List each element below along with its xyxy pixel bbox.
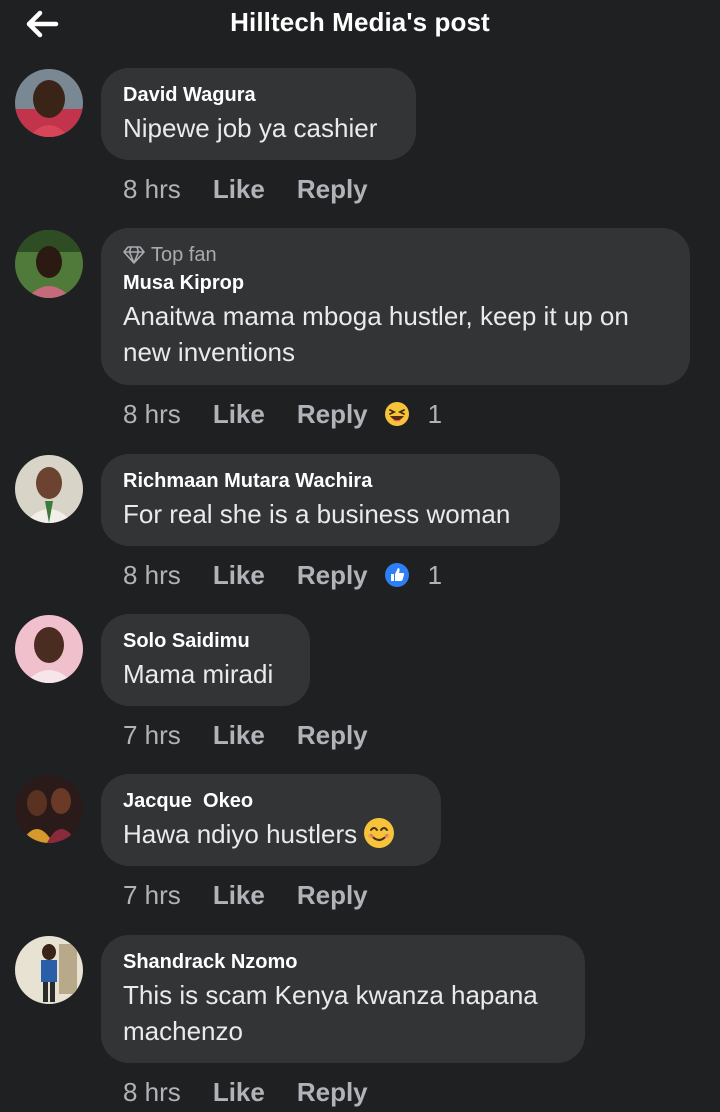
comment-author[interactable]: Richmaan Mutara Wachira	[123, 468, 538, 494]
comment-author[interactable]: David Wagura	[123, 82, 394, 108]
comment-text: Hawa ndiyo hustlers	[123, 819, 358, 849]
comment-bubble: Shandrack Nzomo This is scam Kenya kwanz…	[101, 935, 585, 1063]
comment-actions: 8 hrs Like Reply 1	[123, 555, 442, 595]
reaction-count: 1	[427, 398, 443, 429]
comment-time[interactable]: 8 hrs	[123, 174, 181, 205]
reaction-count: 1	[427, 559, 443, 590]
avatar[interactable]	[15, 936, 83, 1004]
badge-label: Top fan	[151, 243, 217, 266]
comment-actions: 8 hrs Like Reply 1	[123, 394, 442, 434]
avatar[interactable]	[15, 775, 83, 843]
smiling-face-emoji	[363, 817, 395, 858]
top-fan-badge: Top fan	[123, 242, 668, 268]
comment-author[interactable]: Jacque Okeo	[123, 788, 419, 814]
comment-author[interactable]: Solo Saidimu	[123, 628, 288, 654]
like-button[interactable]: Like	[213, 720, 265, 751]
comment-item: Richmaan Mutara Wachira For real she is …	[0, 454, 720, 614]
comment-time[interactable]: 7 hrs	[123, 720, 181, 751]
comment-actions: 8 hrs Like Reply	[123, 1072, 400, 1112]
like-button[interactable]: Like	[213, 880, 265, 911]
comment-actions: 7 hrs Like Reply	[123, 715, 400, 755]
haha-icon	[384, 402, 409, 426]
comment-actions: 7 hrs Like Reply	[123, 875, 400, 915]
comment-item: Shandrack Nzomo This is scam Kenya kwanz…	[0, 935, 720, 1110]
comment-text: This is scam Kenya kwanza hapana machenz…	[123, 980, 538, 1046]
comment-text: Nipewe job ya cashier	[123, 113, 378, 143]
reply-button[interactable]: Reply	[297, 720, 368, 751]
comment-time[interactable]: 7 hrs	[123, 880, 181, 911]
reply-button[interactable]: Reply	[297, 880, 368, 911]
comment-time[interactable]: 8 hrs	[123, 399, 181, 430]
top-bar: Hilltech Media's post	[0, 0, 720, 48]
like-button[interactable]: Like	[213, 174, 265, 205]
reply-button[interactable]: Reply	[297, 560, 368, 591]
comment-item: Solo Saidimu Mama miradi 7 hrs Like Repl…	[0, 614, 720, 774]
reaction-summary[interactable]: 1	[384, 560, 442, 591]
diamond-icon	[123, 246, 145, 264]
like-button[interactable]: Like	[213, 560, 265, 591]
comment-item: Jacque Okeo Hawa ndiyo hustlers 7 hrs Li…	[0, 774, 720, 934]
avatar[interactable]	[15, 230, 83, 298]
like-reaction-icon	[384, 563, 409, 587]
comment-bubble: David Wagura Nipewe job ya cashier	[101, 68, 416, 160]
comment-author[interactable]: Musa Kiprop	[123, 270, 668, 296]
comment-text: Anaitwa mama mboga hustler, keep it up o…	[123, 301, 629, 367]
avatar[interactable]	[15, 455, 83, 523]
reply-button[interactable]: Reply	[297, 174, 368, 205]
comment-author[interactable]: Shandrack Nzomo	[123, 949, 563, 975]
like-button[interactable]: Like	[213, 399, 265, 430]
comment-bubble: Top fan Musa Kiprop Anaitwa mama mboga h…	[101, 228, 690, 385]
reaction-summary[interactable]: 1	[384, 399, 442, 430]
comment-actions: 8 hrs Like Reply	[123, 169, 400, 209]
page-title: Hilltech Media's post	[230, 7, 490, 37]
comment-time[interactable]: 8 hrs	[123, 560, 181, 591]
comment-bubble: Solo Saidimu Mama miradi	[101, 614, 310, 706]
comment-text: Mama miradi	[123, 659, 274, 689]
like-button[interactable]: Like	[213, 1077, 265, 1108]
comment-bubble: Richmaan Mutara Wachira For real she is …	[101, 454, 560, 546]
comment-item: Top fan Musa Kiprop Anaitwa mama mboga h…	[0, 228, 720, 454]
avatar[interactable]	[15, 615, 83, 683]
avatar[interactable]	[15, 69, 83, 137]
comment-time[interactable]: 8 hrs	[123, 1077, 181, 1108]
reply-button[interactable]: Reply	[297, 399, 368, 430]
comment-bubble: Jacque Okeo Hawa ndiyo hustlers	[101, 774, 441, 866]
reply-button[interactable]: Reply	[297, 1077, 368, 1108]
comment-item: David Wagura Nipewe job ya cashier 8 hrs…	[0, 68, 720, 228]
comment-text-line: Hawa ndiyo hustlers	[123, 816, 419, 858]
comment-text: For real she is a business woman	[123, 499, 511, 529]
